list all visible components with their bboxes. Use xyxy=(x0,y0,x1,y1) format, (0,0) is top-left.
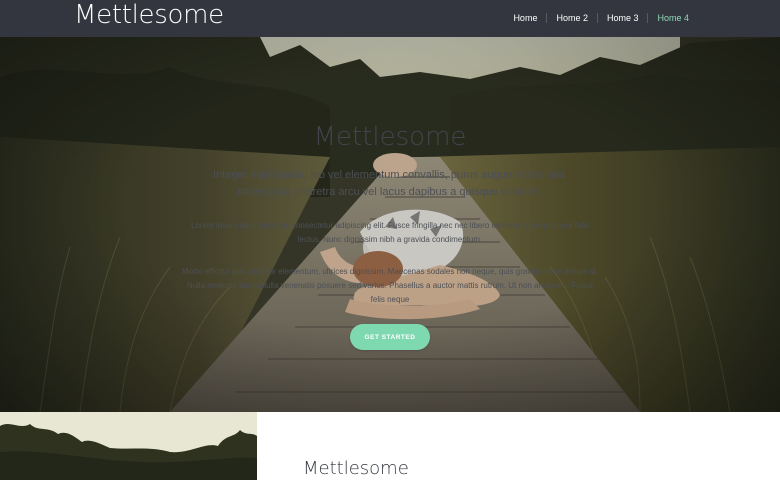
hero-paragraph-2: Morbi efficitur quis porttitor elementum… xyxy=(181,267,599,304)
top-navbar: Mettlesome Home Home 2 Home 3 Home 4 xyxy=(0,0,780,37)
forest-photo xyxy=(0,412,257,480)
nav-link-home[interactable]: Home xyxy=(504,11,546,25)
hero-title: Mettlesome xyxy=(313,122,467,152)
hero-lead-text: Integer malesuada, leo vel elementum con… xyxy=(212,169,568,198)
hero-content: Mettlesome Integer malesuada, leo vel el… xyxy=(0,37,780,412)
brand-logo[interactable]: Mettlesome xyxy=(74,0,224,31)
about-image xyxy=(0,412,257,480)
nav-link-home-4[interactable]: Home 4 xyxy=(648,11,698,25)
get-started-button[interactable]: GET STARTED xyxy=(350,324,430,350)
main-nav: Home Home 2 Home 3 Home 4 xyxy=(504,11,698,25)
hero-paragraph-1: Lorem ipsum dolor sit amet, consectetur … xyxy=(191,221,589,244)
nav-link-home-3[interactable]: Home 3 xyxy=(598,11,648,25)
about-section: Mettlesome xyxy=(0,412,780,480)
section-title: Mettlesome xyxy=(303,458,409,479)
nav-link-home-2[interactable]: Home 2 xyxy=(547,11,597,25)
hero-section: Mettlesome Integer malesuada, leo vel el… xyxy=(0,37,780,412)
